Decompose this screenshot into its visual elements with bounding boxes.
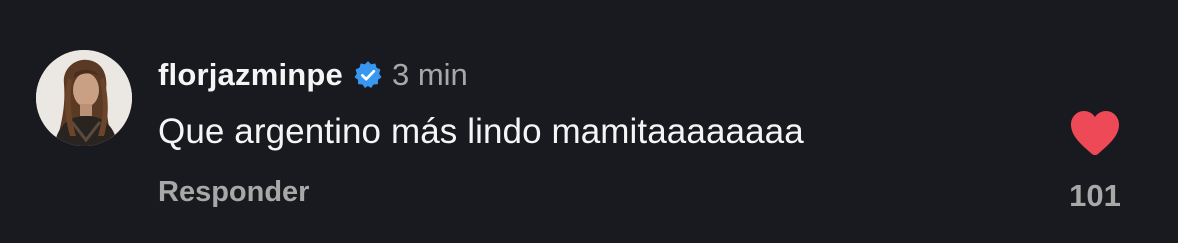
comment-header: florjazminpe 3 min bbox=[158, 54, 468, 96]
avatar[interactable] bbox=[36, 50, 132, 146]
like-button[interactable] bbox=[1068, 108, 1122, 158]
reply-button[interactable]: Responder bbox=[158, 176, 309, 209]
verified-badge-icon bbox=[353, 60, 383, 90]
heart-icon bbox=[1071, 111, 1119, 155]
profile-photo bbox=[36, 50, 132, 146]
like-count: 101 bbox=[1069, 178, 1121, 213]
timestamp: 3 min bbox=[391, 57, 468, 92]
username[interactable]: florjazminpe bbox=[158, 57, 343, 93]
comment-text: Que argentino más lindo mamitaaaaaaaa bbox=[158, 112, 804, 151]
comment: florjazminpe 3 min Que argentino más lin… bbox=[0, 0, 1178, 243]
